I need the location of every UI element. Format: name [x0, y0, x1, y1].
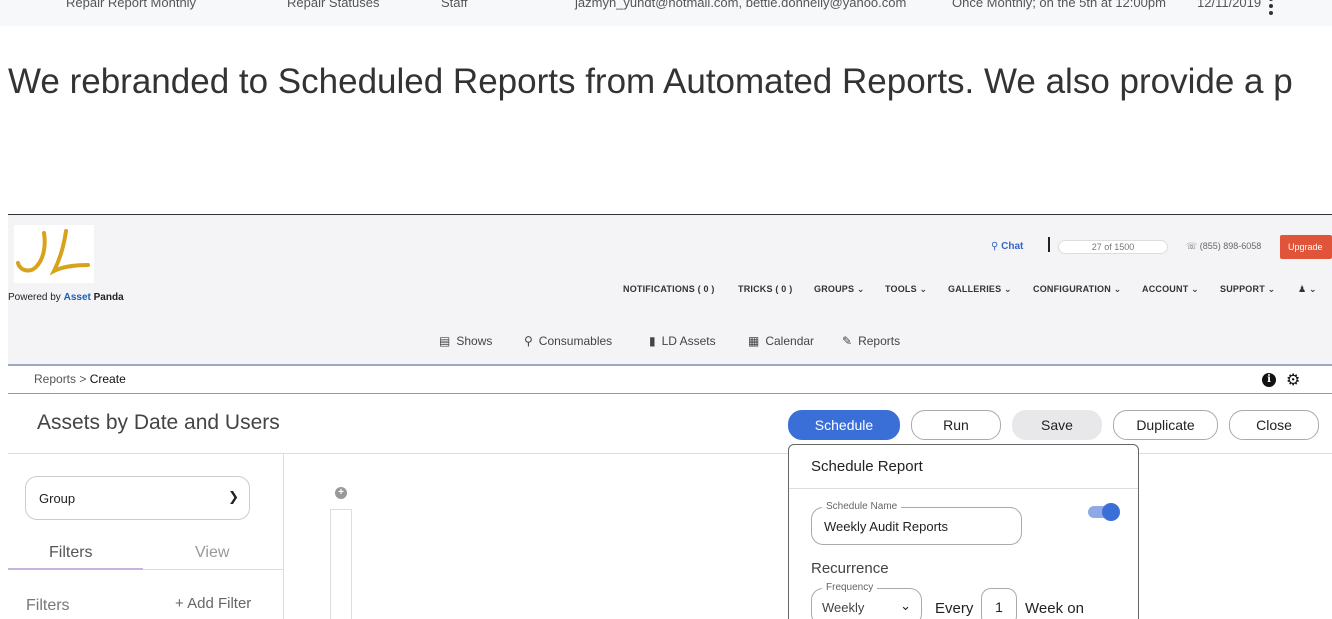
info-icon[interactable]: i: [1262, 373, 1276, 387]
powered-by-text: Powered by Asset Panda: [8, 292, 124, 303]
chat-icon: ⚲: [991, 241, 1002, 252]
divider: [789, 488, 1138, 489]
schedule-name-value[interactable]: Weekly Audit Reports: [824, 519, 948, 534]
row-group: Repair Statuses: [287, 0, 380, 10]
breadcrumb-reports-link[interactable]: Reports: [34, 372, 76, 386]
row-report-name: Repair Report Monthly: [66, 0, 197, 10]
location-pin-icon: ⚲: [524, 334, 533, 348]
save-button[interactable]: Save: [1012, 410, 1102, 440]
subnav-shows[interactable]: ▤ Shows: [439, 334, 492, 348]
gear-icon[interactable]: ⚙: [1286, 370, 1300, 390]
frequency-label: Frequency: [822, 582, 878, 593]
chevron-down-icon: ❯: [228, 489, 239, 504]
menu-tools[interactable]: TOOLS ⌄: [885, 284, 927, 295]
tab-view[interactable]: View: [195, 544, 229, 562]
schedule-button[interactable]: Schedule: [788, 410, 900, 440]
subnav-reports[interactable]: ✎ Reports: [842, 334, 900, 348]
shows-icon: ▤: [439, 334, 451, 348]
add-filter-button[interactable]: + Add Filter: [175, 595, 251, 612]
duplicate-button[interactable]: Duplicate: [1113, 410, 1218, 440]
menu-support[interactable]: SUPPORT ⌄: [1220, 284, 1275, 295]
divider: [1048, 237, 1050, 252]
column-drop-zone: [330, 509, 352, 619]
run-button[interactable]: Run: [911, 410, 1001, 440]
frequency-value: Weekly: [822, 600, 865, 615]
group-select[interactable]: Group ❯: [25, 476, 250, 520]
filters-label: Filters: [26, 597, 70, 614]
row-emails: jazmyn_yundt@hotmail.com, bettie.donnell…: [575, 0, 907, 10]
every-label: Every: [935, 600, 974, 617]
breadcrumb: Reports > Create: [34, 372, 126, 386]
popup-title: Schedule Report: [811, 458, 923, 475]
upgrade-button[interactable]: Upgrade: [1280, 235, 1332, 259]
schedule-name-field[interactable]: Schedule Name Weekly Audit Reports: [811, 501, 1022, 545]
schedule-enabled-toggle[interactable]: [1088, 503, 1120, 521]
edit-icon: ✎: [842, 334, 853, 348]
app-header: Powered by Asset Panda ⚲ Chat 27 of 1500…: [8, 215, 1332, 318]
recurrence-label: Recurrence: [811, 560, 889, 577]
schedule-name-label: Schedule Name: [822, 501, 902, 512]
tab-filters[interactable]: Filters: [49, 544, 93, 562]
menu-tricks[interactable]: TRICKS ( 0 ): [738, 284, 792, 294]
breadcrumb-bar: Reports > Create i ⚙: [8, 366, 1332, 394]
row-date: 12/11/2019: [1197, 0, 1262, 10]
row-menu-icon[interactable]: [1266, 0, 1276, 15]
menu-galleries[interactable]: GALLERIES ⌄: [948, 284, 1012, 295]
menu-account[interactable]: ACCOUNT ⌄: [1142, 284, 1199, 295]
add-column-icon[interactable]: +: [335, 487, 347, 499]
chevron-down-icon: ⌄: [900, 598, 911, 613]
close-button[interactable]: Close: [1229, 410, 1319, 440]
row-audience: Staff: [441, 0, 468, 10]
rebrand-banner-text: We rebranded to Scheduled Reports from A…: [8, 62, 1293, 101]
breadcrumb-current: Create: [89, 372, 126, 386]
row-recurrence: Once Monthly; on the 5th at 12:00pm: [952, 0, 1166, 10]
subnav-consumables[interactable]: ⚲ Consumables: [524, 334, 612, 348]
report-sidebar: Group ❯ Filters View Filters + Add Filter: [8, 454, 284, 619]
app-screenshot-frame: Powered by Asset Panda ⚲ Chat 27 of 1500…: [8, 214, 1332, 619]
calendar-icon: ▦: [748, 334, 760, 348]
user-icon: ♟: [1298, 284, 1309, 294]
company-logo[interactable]: [14, 225, 94, 283]
phone-icon: ☏: [1186, 241, 1200, 251]
every-interval-input[interactable]: 1: [981, 588, 1017, 619]
menu-notifications[interactable]: NOTIFICATIONS ( 0 ): [623, 284, 715, 294]
support-phone: ☏ (855) 898-6058: [1186, 241, 1262, 251]
active-tab-indicator: [8, 568, 143, 570]
assets-icon: ▮: [649, 334, 656, 348]
chat-link[interactable]: ⚲ Chat: [991, 241, 1023, 252]
subnav-calendar[interactable]: ▦ Calendar: [748, 334, 814, 348]
menu-configuration[interactable]: CONFIGURATION ⌄: [1033, 284, 1121, 295]
divider: [143, 569, 284, 570]
sub-navigation: ▤ Shows ⚲ Consumables ▮ LD Assets ▦ Calendar…: [8, 318, 1332, 366]
subnav-ld-assets[interactable]: ▮ LD Assets: [649, 334, 716, 348]
week-on-label: Week on: [1025, 600, 1084, 617]
schedule-report-popup: Schedule Report Schedule Name Weekly Aud…: [788, 444, 1139, 619]
report-title: Assets by Date and Users: [37, 411, 280, 434]
user-menu[interactable]: ♟ ⌄: [1298, 284, 1317, 295]
report-table-row: Repair Report Monthly Repair Statuses St…: [0, 0, 1332, 26]
menu-groups[interactable]: GROUPS ⌄: [814, 284, 865, 295]
asset-counter: 27 of 1500: [1058, 240, 1168, 254]
frequency-select[interactable]: Frequency Weekly ⌄: [811, 582, 922, 619]
